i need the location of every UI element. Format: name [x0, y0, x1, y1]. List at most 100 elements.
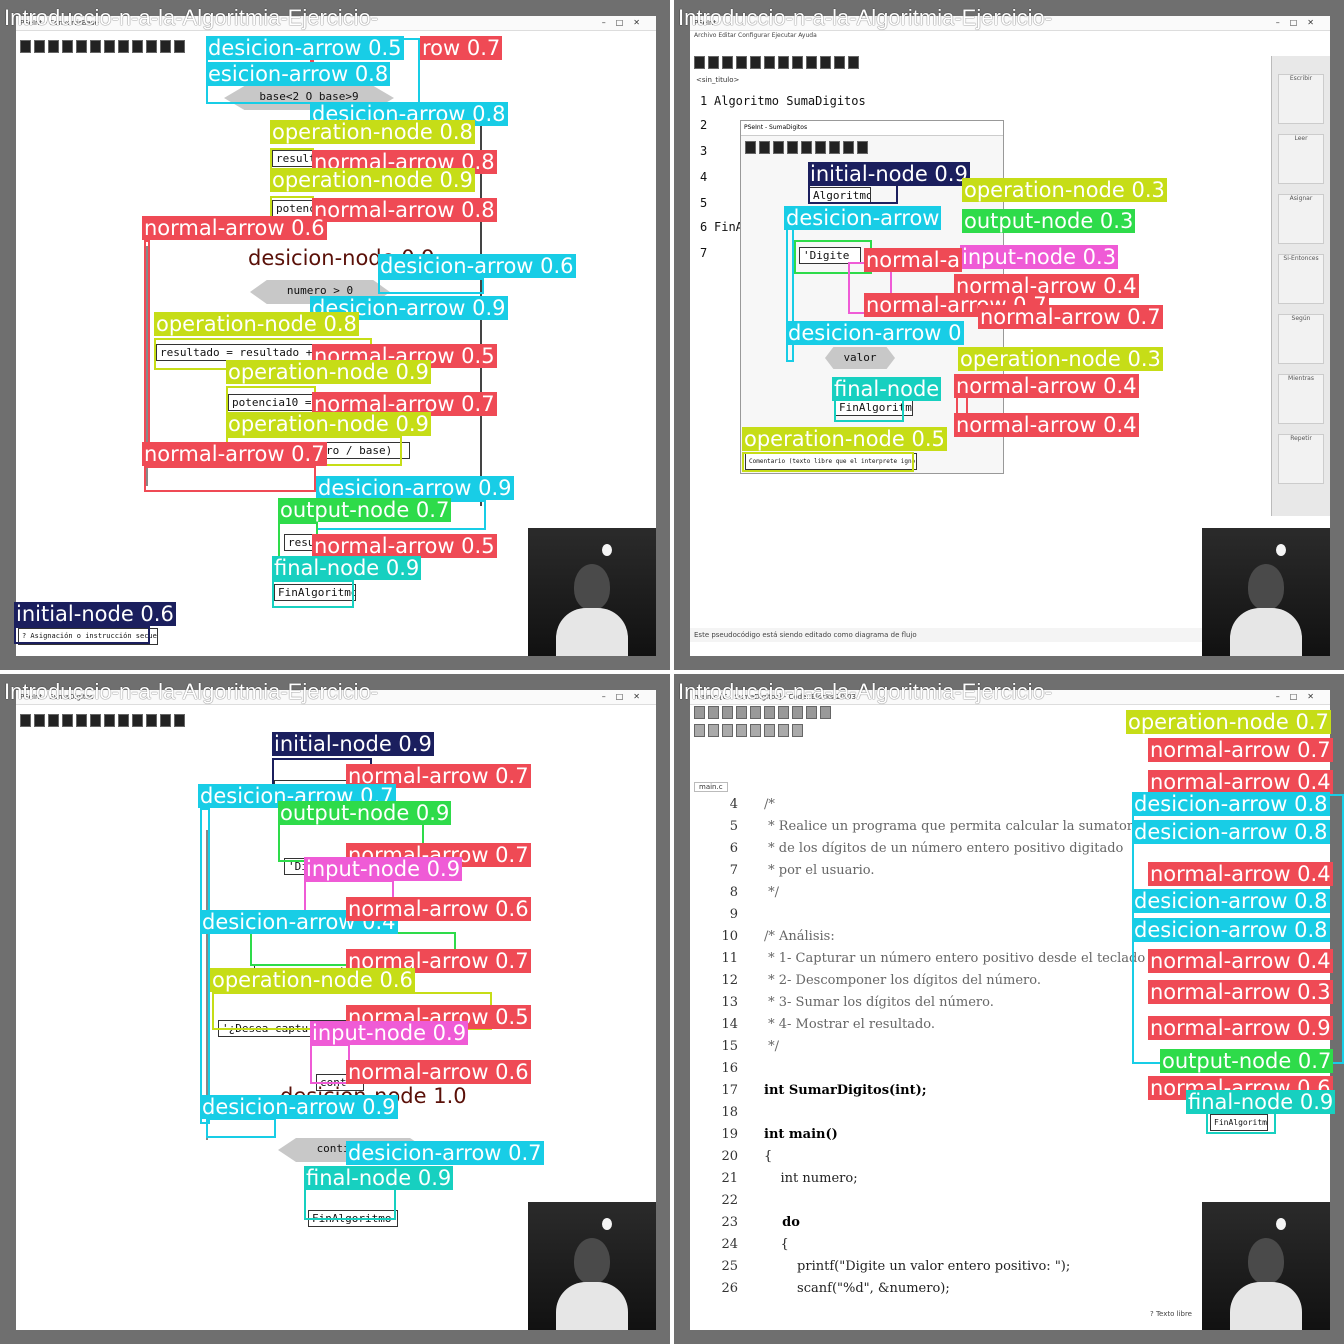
toolbar-button[interactable] [792, 706, 803, 719]
toolbar-button[interactable] [857, 141, 868, 154]
toolbar-button[interactable] [146, 714, 157, 727]
toolbar-button[interactable] [778, 706, 789, 719]
toolbar-button[interactable] [820, 706, 831, 719]
toolbar-button[interactable] [750, 56, 761, 69]
code-line[interactable]: 11 * 1- Capturar un número entero positi… [702, 948, 1145, 970]
toolbar-button[interactable] [76, 714, 87, 727]
toolbar-button[interactable] [745, 141, 756, 154]
toolbar-button[interactable] [132, 40, 143, 53]
code-line[interactable]: 23 do [702, 1212, 799, 1234]
toolbar-button[interactable] [764, 56, 775, 69]
code-line[interactable]: 17 int SumarDigitos(int); [702, 1080, 926, 1102]
toolbar-button[interactable] [694, 706, 705, 719]
toolbar-button[interactable] [20, 714, 31, 727]
code-line[interactable]: 6 * de los dígitos de un número entero p… [702, 838, 1124, 860]
code-line[interactable]: 7 * por el usuario. [702, 860, 875, 882]
command-leer[interactable]: Leer [1278, 134, 1324, 184]
toolbar-button[interactable] [708, 706, 719, 719]
code-line[interactable]: 15 */ [702, 1036, 779, 1058]
toolbar-button[interactable] [132, 714, 143, 727]
toolbar-button[interactable] [750, 724, 761, 737]
toolbar-button[interactable] [34, 40, 45, 53]
toolbar-button[interactable] [806, 56, 817, 69]
toolbar-button[interactable] [76, 40, 87, 53]
toolbar-button[interactable] [792, 56, 803, 69]
toolbar-button[interactable] [722, 706, 733, 719]
toolbar-button[interactable] [146, 40, 157, 53]
code-line[interactable]: 22 [702, 1190, 764, 1212]
code-line[interactable]: 5 * Realice un programa que permita calc… [702, 816, 1145, 838]
toolbar-button[interactable] [722, 56, 733, 69]
toolbar-button[interactable] [848, 56, 859, 69]
toolbar-button[interactable] [48, 714, 59, 727]
window-controls[interactable]: –□✕ [1276, 16, 1324, 30]
final-node[interactable]: FinAlgoritmo [308, 1210, 398, 1227]
toolbar-button[interactable] [750, 706, 761, 719]
toolbar-button[interactable] [736, 706, 747, 719]
final-node[interactable]: FinAlgoritmo [274, 584, 356, 601]
toolbar-button[interactable] [708, 724, 719, 737]
decision-node[interactable]: valor [825, 347, 895, 369]
command-segun[interactable]: Según [1278, 314, 1324, 364]
toolbar-button[interactable] [834, 56, 845, 69]
final-node[interactable]: FinAlgoritmo [835, 399, 913, 416]
window-controls[interactable]: –□✕ [602, 690, 650, 704]
toolbar-button[interactable] [792, 724, 803, 737]
command-escribir[interactable]: Escribir [1278, 74, 1324, 124]
code-line[interactable]: 12 * 2- Descomponer los dígitos del núme… [702, 970, 1041, 992]
toolbar-button[interactable] [20, 40, 31, 53]
toolbar-button[interactable] [773, 141, 784, 154]
toolbar-button[interactable] [118, 40, 129, 53]
toolbar-button[interactable] [160, 40, 171, 53]
comment-node[interactable]: Comentario (texto libre que el interpret… [745, 453, 917, 470]
code-line[interactable]: 8 */ [702, 882, 779, 904]
code-line[interactable]: 16 [702, 1058, 764, 1080]
toolbar-button[interactable] [736, 724, 747, 737]
toolbar-button[interactable] [694, 724, 705, 737]
code-line[interactable]: 26 scanf("%d", &numero); [702, 1278, 949, 1300]
toolbar-button[interactable] [787, 141, 798, 154]
command-si-entonces[interactable]: Si-Entonces [1278, 254, 1324, 304]
command-asignar[interactable]: Asignar [1278, 194, 1324, 244]
code-line[interactable]: 20 { [702, 1146, 772, 1168]
code-line[interactable]: 13 * 3- Sumar los dígitos del número. [702, 992, 993, 1014]
command-mientras[interactable]: Mientras [1278, 374, 1324, 424]
command-repetir[interactable]: Repetir [1278, 434, 1324, 484]
toolbar-button[interactable] [829, 141, 840, 154]
toolbar-button[interactable] [778, 724, 789, 737]
window-controls[interactable]: –□✕ [602, 16, 650, 30]
toolbar-button[interactable] [764, 724, 775, 737]
toolbar-button[interactable] [722, 724, 733, 737]
output-node[interactable]: 'Digite [799, 247, 861, 264]
toolbar-button[interactable] [759, 141, 770, 154]
code-line[interactable]: 18 [702, 1102, 764, 1124]
toolbar-button[interactable] [708, 56, 719, 69]
toolbar-button[interactable] [843, 141, 854, 154]
toolbar-button[interactable] [62, 40, 73, 53]
toolbar-button[interactable] [62, 714, 73, 727]
toolbar-button[interactable] [160, 714, 171, 727]
toolbar-button[interactable] [764, 706, 775, 719]
code-line[interactable]: 19 int main() [702, 1124, 837, 1146]
code-line[interactable]: 24 { [702, 1234, 788, 1256]
menu-bar[interactable]: Archivo Editar Configurar Ejecutar Ayuda [694, 32, 817, 39]
window-controls[interactable]: –□✕ [1276, 690, 1324, 704]
final-node[interactable]: FinAlgoritmo [1210, 1114, 1268, 1131]
toolbar-button[interactable] [174, 40, 185, 53]
toolbar-button[interactable] [778, 56, 789, 69]
toolbar-button[interactable] [174, 714, 185, 727]
operation-node[interactable]: ro / base) [322, 442, 410, 459]
toolbar-button[interactable] [801, 141, 812, 154]
toolbar-button[interactable] [736, 56, 747, 69]
code-line[interactable]: Algoritmo SumaDigitos [714, 94, 866, 108]
tab-sin-titulo[interactable]: <sin_titulo> [696, 76, 739, 84]
toolbar-button[interactable] [90, 714, 101, 727]
toolbar-button[interactable] [48, 40, 59, 53]
initial-node[interactable]: Algoritmo [809, 187, 871, 204]
toolbar-button[interactable] [815, 141, 826, 154]
code-line[interactable]: 10 /* Análisis: [702, 926, 834, 948]
code-line[interactable]: 4 /* [702, 794, 775, 816]
code-line[interactable]: 21 int numero; [702, 1168, 857, 1190]
toolbar-button[interactable] [806, 706, 817, 719]
toolbar-button[interactable] [90, 40, 101, 53]
